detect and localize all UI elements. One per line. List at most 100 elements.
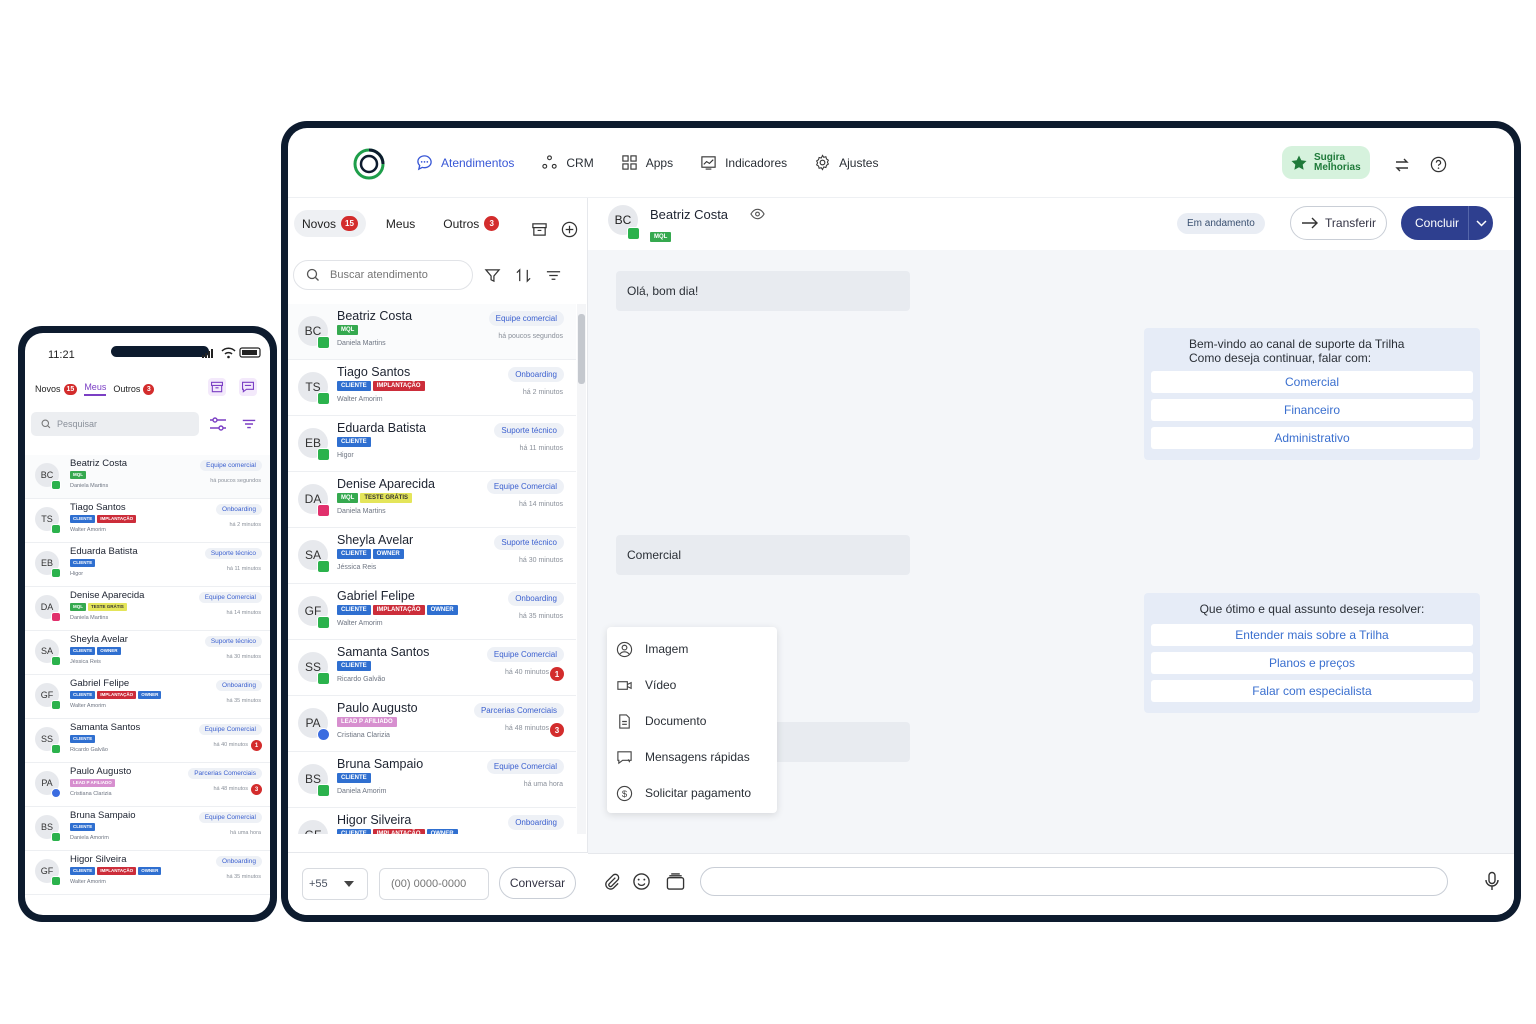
bot-option-financeiro[interactable]: Financeiro [1151,399,1473,421]
contact-name: Gabriel Felipe [337,589,415,603]
scrollbar-thumb[interactable] [578,314,585,384]
whatsapp-icon [51,700,61,710]
conversation-list-scrollbar[interactable] [577,304,586,834]
list-item[interactable]: EB Eduarda Batista CLIENTE Higor Suporte téc… [288,416,576,472]
bot-card-line: Como deseja continuar, falar com: [1189,351,1372,365]
transfer-button[interactable]: Transferir [1290,206,1387,240]
transfer-label: Transferir [1325,216,1376,230]
tab-outros[interactable]: Outros 3 [113,383,155,395]
tag: CLIENTE [70,823,96,831]
nav-atendimentos[interactable]: Atendimentos [416,154,514,171]
assigned-agent: Higor [337,452,354,459]
phone-search-field[interactable]: Pesquisar [31,412,199,436]
bot-option-planos[interactable]: Planos e preços [1151,652,1473,674]
chat-bubble-icon[interactable] [239,378,257,396]
list-item[interactable]: SS Samanta Santos CLIENTE Ricardo Galvão Equ… [25,719,270,763]
list-item[interactable]: TS Tiago Santos CLIENTE IMPLANTAÇÃO Walter A… [288,360,576,416]
filter-icon[interactable] [484,267,501,284]
tag: CLIENTE [337,437,371,447]
start-conversation-button[interactable]: Conversar [499,867,576,899]
list-item[interactable]: DA Denise Aparecida MQL TESTE GRÁTIS Daniela… [288,472,576,528]
add-circle-icon[interactable] [561,221,578,238]
list-item[interactable]: SA Sheyla Avelar CLIENTE OWNER Jéssica Reis S… [25,631,270,675]
menu-item-solicitar-pagamento[interactable]: $ Solicitar pagamento [607,775,777,811]
menu-item-mensagens-rapidas[interactable]: Mensagens rápidas [607,739,777,775]
nav-crm[interactable]: CRM [541,154,594,171]
list-item[interactable]: GFHigor SilveiraCLIENTEIMPLANTAÇÃOOWNERW… [25,851,270,895]
tab-meus[interactable]: Meus [84,382,107,396]
whatsapp-icon [51,480,61,490]
bot-option-entender[interactable]: Entender mais sobre a Trilha [1151,624,1473,646]
sliders-icon[interactable] [209,415,227,433]
list-item[interactable]: GF Gabriel Felipe CLIENTE IMPLANTAÇÃO OWNER W… [288,584,576,640]
contact-name: Eduarda Batista [337,421,426,435]
sort-icon[interactable] [515,267,532,284]
archive-icon[interactable] [208,378,226,396]
eye-icon[interactable] [750,207,765,221]
nav-apps[interactable]: Apps [621,154,673,171]
menu-item-imagem[interactable]: Imagem [607,631,777,667]
tab-meus[interactable]: Meus [378,211,423,237]
team-badge: Onboarding [216,680,262,691]
tag-list: CLIENTE [70,823,96,831]
list-item[interactable]: BS Bruna Sampaio CLIENTE Daniela Amorim Equi… [25,807,270,851]
team-badge: Equipe Comercial [198,812,262,823]
list-item[interactable]: PA Paulo Augusto LEAD P AFILIADO Cristiana … [25,763,270,807]
bot-option-comercial[interactable]: Comercial [1151,371,1473,393]
timestamp: há 35 minutos [226,874,261,880]
list-item[interactable]: GF Gabriel Felipe CLIENTE IMPLANTAÇÃO OWNER W… [25,675,270,719]
tab-novos[interactable]: Novos 15 [35,383,78,395]
bot-option-especialista[interactable]: Falar com especialista [1151,680,1473,702]
tag-list: CLIENTE IMPLANTAÇÃO [70,515,137,523]
suggest-improvements-button[interactable]: Sugira Melhorias [1282,146,1370,179]
sort-lines-icon[interactable] [241,416,257,432]
timestamp: há 2 minutos [522,389,563,396]
chevron-down-icon[interactable] [1469,219,1493,227]
search-field[interactable] [293,260,473,290]
country-code-select[interactable]: +55 [302,868,368,900]
help-icon[interactable] [1430,156,1447,173]
message-input[interactable] [700,867,1448,896]
messenger-icon [317,728,330,741]
whatsapp-icon [51,656,61,666]
tag: MQL [337,493,359,503]
bot-option-administrativo[interactable]: Administrativo [1151,427,1473,449]
menu-item-documento[interactable]: Documento [607,703,777,739]
microphone-icon[interactable] [1484,871,1500,891]
avatar: GF [298,820,328,834]
new-conversation-form: +55 Conversar [288,852,588,915]
contact-name: Bruna Sampaio [337,757,424,771]
nav-indicadores[interactable]: Indicadores [700,154,787,171]
paperclip-icon[interactable] [602,872,621,891]
whatsapp-icon [51,524,61,534]
list-item[interactable]: BC Beatriz Costa MQL Daniela Martins Equipe … [25,455,270,499]
document-icon [619,713,630,729]
tab-outros[interactable]: Outros 3 [435,210,507,237]
quick-replies-icon[interactable] [665,872,686,891]
conclude-button[interactable]: Concluir [1401,206,1493,240]
contact-name[interactable]: Beatriz Costa [650,207,728,222]
tag: CLIENTE [337,773,371,783]
tag: CLIENTE [70,691,96,699]
list-item[interactable]: PA Paulo Augusto LEAD P AFILIADO Cristiana … [288,696,576,752]
list-item[interactable]: SA Sheyla Avelar CLIENTE OWNER Jéssica Reis S… [288,528,576,584]
list-item[interactable]: BC Beatriz Costa MQL Daniela Martins Equipe … [288,304,576,360]
list-item[interactable]: GFHigor SilveiraCLIENTEIMPLANTAÇÃOOWNERW… [288,808,576,834]
contact-name: Eduarda Batista [70,546,138,557]
nav-ajustes[interactable]: Ajustes [814,154,878,171]
swap-arrows-icon[interactable] [1394,157,1410,173]
phone-number-input[interactable] [379,868,489,900]
list-item[interactable]: TS Tiago Santos CLIENTE IMPLANTAÇÃO Walter A… [25,499,270,543]
menu-item-video[interactable]: Vídeo [607,667,777,703]
archive-icon[interactable] [531,221,548,238]
tab-novos[interactable]: Novos 15 [294,210,366,237]
emoji-icon[interactable] [632,872,651,891]
sort-lines-icon[interactable] [545,267,562,284]
team-badge: Onboarding [508,591,564,606]
list-item[interactable]: BS Bruna Sampaio CLIENTE Daniela Amorim Equi… [288,752,576,808]
list-item[interactable]: DA Denise Aparecida MQL TESTE GRÁTIS Daniela… [25,587,270,631]
app-logo[interactable] [353,148,385,180]
list-item[interactable]: EB Eduarda Batista CLIENTE Higor Suporte téc… [25,543,270,587]
list-item[interactable]: SS Samanta Santos CLIENTE Ricardo Galvão Equ… [288,640,576,696]
search-input[interactable] [330,269,460,281]
